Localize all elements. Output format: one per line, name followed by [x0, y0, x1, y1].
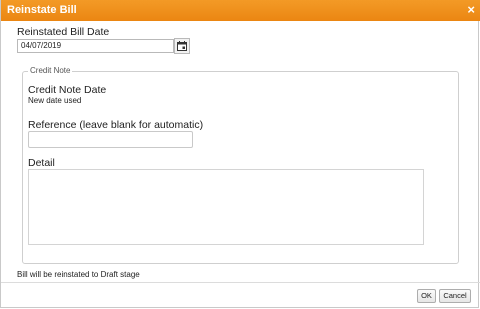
- credit-note-date-value: New date used: [28, 96, 82, 105]
- reference-label: Reference (leave blank for automatic): [28, 119, 204, 131]
- reference-input[interactable]: [28, 131, 193, 148]
- dialog-title: Reinstate Bill: [7, 4, 77, 16]
- info-text: Bill will be reinstated to Draft stage: [17, 270, 140, 279]
- credit-note-legend: Credit Note: [28, 66, 73, 75]
- reinstated-date-label: Reinstated Bill Date: [17, 26, 110, 38]
- credit-note-date-label: Credit Note Date: [28, 84, 107, 96]
- detail-label: Detail: [28, 157, 55, 169]
- ok-button[interactable]: OK: [417, 289, 436, 303]
- reinstated-date-input[interactable]: 04/07/2019: [17, 39, 174, 53]
- reinstate-bill-dialog: Reinstate Bill × Reinstated Bill Date 04…: [0, 0, 480, 308]
- close-icon[interactable]: ×: [467, 2, 475, 18]
- cancel-button[interactable]: Cancel: [439, 289, 471, 303]
- detail-textarea[interactable]: [28, 169, 424, 245]
- dialog-titlebar[interactable]: Reinstate Bill ×: [1, 0, 480, 21]
- calendar-button[interactable]: [174, 38, 190, 54]
- footer-divider: [1, 282, 480, 283]
- calendar-icon: [177, 41, 187, 51]
